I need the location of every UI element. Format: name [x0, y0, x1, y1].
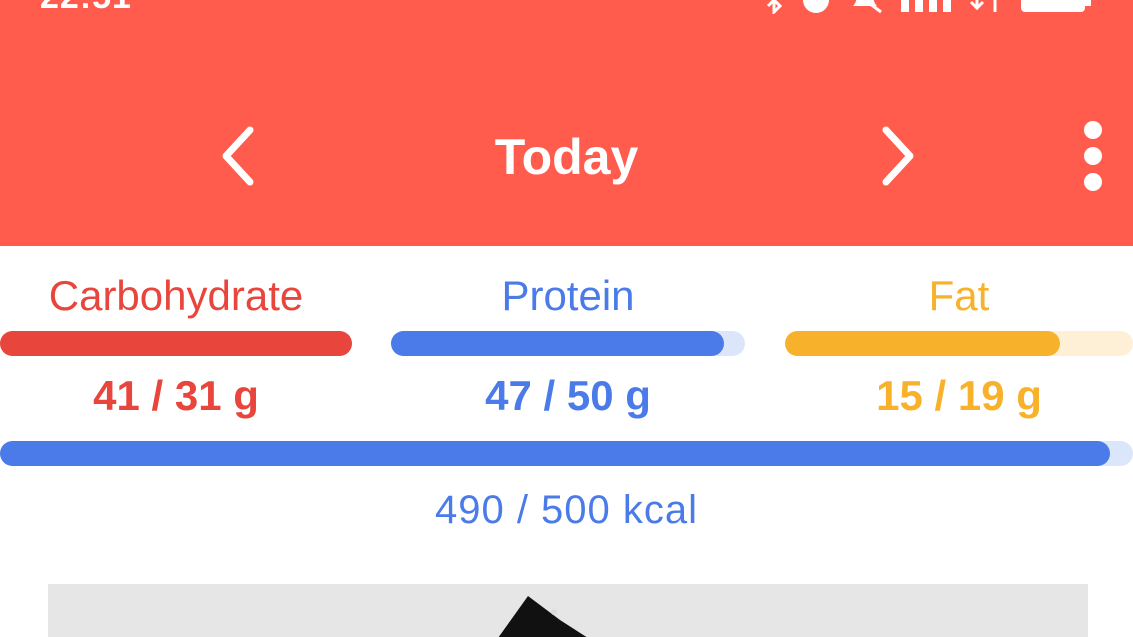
fat-value: 15 / 19 g: [876, 372, 1042, 419]
next-day-button[interactable]: [868, 124, 928, 188]
page-title: Today: [494, 129, 639, 185]
protein-value: 47 / 50 g: [485, 372, 651, 419]
protein-progress-fill: [391, 331, 724, 356]
more-options-button[interactable]: [1068, 121, 1118, 191]
protein-label: Protein: [501, 272, 635, 319]
food-image: [498, 596, 587, 637]
calories-progress-fill: [0, 441, 1111, 466]
carbohydrate-progress-bar: [0, 331, 352, 356]
more-vertical-icon: [1084, 121, 1102, 191]
protein-progress-bar: [391, 331, 745, 356]
circle-icon: [803, 0, 829, 13]
signal-icon: [901, 0, 951, 12]
fat-progress-fill: [785, 331, 1060, 356]
battery-icon: [1021, 0, 1091, 12]
fat-progress-bar: [785, 331, 1133, 356]
data-icon: [969, 0, 997, 12]
carbohydrate-progress-fill: [0, 331, 352, 356]
date-navigation: Today: [0, 110, 1133, 204]
carbohydrate-label: Carbohydrate: [48, 272, 304, 319]
meal-image-card[interactable]: [48, 584, 1088, 637]
calories-value: 490 / 500 kcal: [434, 488, 699, 532]
status-icons: [765, 0, 1093, 14]
calories-progress-bar: [0, 441, 1133, 466]
bell-off-icon: [853, 0, 882, 14]
carbohydrate-value: 41 / 31 g: [93, 372, 259, 419]
chevron-right-icon: [882, 126, 914, 186]
bluetooth-icon: [766, 0, 783, 14]
status-time: 22:51: [40, 0, 132, 17]
fat-label: Fat: [928, 272, 990, 319]
app-header: 22:51 Tod: [0, 0, 1133, 246]
